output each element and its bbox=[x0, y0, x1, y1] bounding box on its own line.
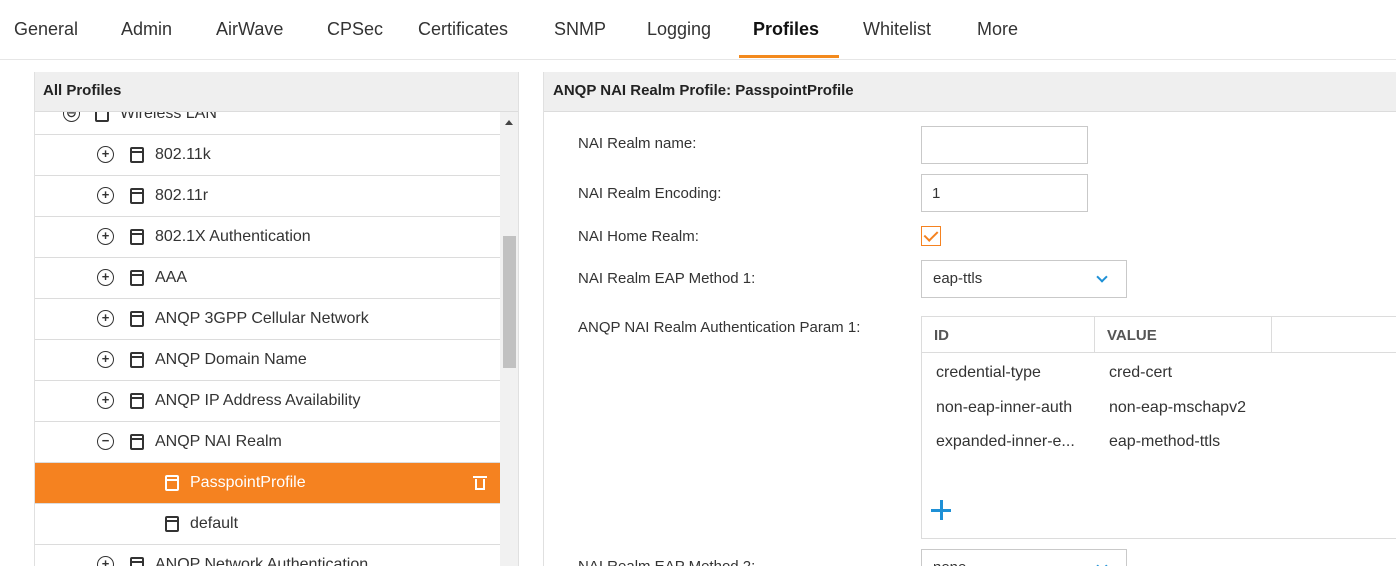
tree-item-anqp-domain-name[interactable]: + ANQP Domain Name bbox=[35, 340, 500, 381]
column-id[interactable]: ID bbox=[922, 317, 1095, 353]
eap-method-1-value: eap-ttls bbox=[933, 270, 983, 287]
profile-doc-icon bbox=[130, 557, 144, 566]
chevron-down-icon bbox=[1096, 560, 1108, 566]
expand-icon[interactable]: + bbox=[97, 146, 114, 163]
param-row-2-id[interactable]: non-eap-inner-auth bbox=[936, 399, 1072, 417]
tree-item-label: ANQP Domain Name bbox=[155, 351, 307, 368]
expand-icon[interactable]: + bbox=[97, 228, 114, 245]
nai-realm-name-label: NAI Realm name: bbox=[578, 135, 697, 152]
expand-icon[interactable]: + bbox=[97, 310, 114, 327]
all-profiles-header: All Profiles bbox=[35, 72, 518, 112]
tree-item-label: 802.1X Authentication bbox=[155, 228, 311, 245]
tree-item-label: ANQP IP Address Availability bbox=[155, 392, 361, 409]
eap-method-2-label: NAI Realm EAP Method 2: bbox=[578, 558, 755, 566]
tree-item-label: default bbox=[190, 515, 239, 532]
profile-doc-icon bbox=[95, 112, 109, 122]
auth-param-1-table: ID VALUE credential-type cred-cert non-e… bbox=[921, 316, 1396, 539]
tree-item-label: 802.11r bbox=[155, 187, 209, 204]
tree-item-wireless-lan[interactable]: ⊖ Wireless LAN bbox=[35, 112, 500, 135]
tab-certificates[interactable]: Certificates bbox=[418, 19, 508, 40]
profile-detail-header: ANQP NAI Realm Profile: PasspointProfile bbox=[544, 72, 1396, 112]
tree-item-anqp-nai-realm[interactable]: − ANQP NAI Realm bbox=[35, 422, 500, 463]
profile-doc-icon bbox=[130, 147, 144, 163]
tree-item-label: ANQP Network Authentication bbox=[155, 556, 369, 566]
param-table-header: ID VALUE bbox=[922, 317, 1396, 353]
eap-method-1-select[interactable]: eap-ttls bbox=[921, 260, 1127, 298]
tree-item-label: ANQP 3GPP Cellular Network bbox=[155, 310, 369, 327]
param-row-1-id[interactable]: credential-type bbox=[936, 364, 1041, 382]
chevron-down-icon bbox=[1096, 271, 1108, 283]
tree-item-anqp-ip-address-availability[interactable]: + ANQP IP Address Availability bbox=[35, 381, 500, 422]
tree-item-label: ANQP NAI Realm bbox=[155, 433, 282, 450]
tree-item-label: Wireless LAN bbox=[120, 112, 217, 122]
expand-icon[interactable]: + bbox=[97, 392, 114, 409]
param-row-2-value[interactable]: non-eap-mschapv2 bbox=[1109, 399, 1246, 417]
tab-general[interactable]: General bbox=[14, 19, 78, 40]
param-row-3-id[interactable]: expanded-inner-e... bbox=[936, 433, 1075, 451]
tree-item-802-11r[interactable]: + 802.11r bbox=[35, 176, 500, 217]
profile-doc-icon bbox=[130, 270, 144, 286]
tab-logging[interactable]: Logging bbox=[647, 19, 711, 40]
tree-scrollbar[interactable] bbox=[500, 112, 518, 566]
profile-doc-icon bbox=[165, 516, 179, 532]
tree-item-anqp-network-authentication[interactable]: + ANQP Network Authentication bbox=[35, 545, 500, 566]
profile-doc-icon bbox=[130, 229, 144, 245]
tab-cpsec[interactable]: CPSec bbox=[327, 19, 383, 40]
all-profiles-panel: All Profiles ⊖ Wireless LAN + 802.11k + … bbox=[34, 72, 519, 566]
expand-icon[interactable]: + bbox=[97, 187, 114, 204]
collapse-icon[interactable]: − bbox=[97, 433, 114, 450]
all-profiles-title: All Profiles bbox=[43, 82, 122, 99]
settings-tab-bar: General Admin AirWave CPSec Certificates… bbox=[0, 0, 1396, 60]
profile-doc-icon bbox=[130, 352, 144, 368]
expand-icon[interactable]: + bbox=[97, 351, 114, 368]
tree-item-anqp-3gpp-cellular-network[interactable]: + ANQP 3GPP Cellular Network bbox=[35, 299, 500, 340]
param-row-1-value[interactable]: cred-cert bbox=[1109, 364, 1172, 382]
tab-whitelist[interactable]: Whitelist bbox=[863, 19, 931, 40]
tree-item-default[interactable]: default bbox=[35, 504, 500, 545]
tree-item-passpointprofile[interactable]: PasspointProfile bbox=[35, 463, 500, 504]
collapse-icon[interactable]: ⊖ bbox=[63, 112, 80, 122]
active-tab-indicator bbox=[739, 55, 839, 58]
eap-method-2-select[interactable]: none bbox=[921, 549, 1127, 566]
tab-profiles[interactable]: Profiles bbox=[753, 19, 819, 40]
nai-realm-encoding-label: NAI Realm Encoding: bbox=[578, 185, 722, 202]
nai-realm-name-input[interactable] bbox=[921, 126, 1088, 164]
tab-snmp[interactable]: SNMP bbox=[554, 19, 606, 40]
profile-detail-panel: ANQP NAI Realm Profile: PasspointProfile… bbox=[543, 72, 1396, 566]
tab-more[interactable]: More bbox=[977, 19, 1018, 40]
profile-doc-icon bbox=[130, 434, 144, 450]
profile-detail-title: ANQP NAI Realm Profile: PasspointProfile bbox=[553, 82, 854, 99]
expand-icon[interactable]: + bbox=[97, 269, 114, 286]
profile-doc-icon bbox=[165, 475, 179, 491]
tree-item-label: PasspointProfile bbox=[190, 474, 306, 491]
tab-airwave[interactable]: AirWave bbox=[216, 19, 283, 40]
eap-method-1-label: NAI Realm EAP Method 1: bbox=[578, 270, 756, 287]
add-param-plus-icon[interactable] bbox=[931, 500, 953, 522]
tree-item-802-1x-authentication[interactable]: + 802.1X Authentication bbox=[35, 217, 500, 258]
eap-method-2-value: none bbox=[933, 559, 966, 566]
column-value[interactable]: VALUE bbox=[1095, 317, 1272, 353]
nai-realm-encoding-input[interactable] bbox=[921, 174, 1088, 212]
profile-tree: ⊖ Wireless LAN + 802.11k + 802.11r + 802… bbox=[35, 112, 500, 566]
expand-icon[interactable]: + bbox=[97, 556, 114, 566]
tree-item-802-11k[interactable]: + 802.11k bbox=[35, 135, 500, 176]
nai-home-realm-label: NAI Home Realm: bbox=[578, 228, 699, 245]
profile-doc-icon bbox=[130, 393, 144, 409]
scroll-thumb[interactable] bbox=[503, 236, 516, 368]
tree-item-label: 802.11k bbox=[155, 146, 211, 163]
profile-doc-icon bbox=[130, 188, 144, 204]
profile-doc-icon bbox=[130, 311, 144, 327]
param-row-3-value[interactable]: eap-method-ttls bbox=[1109, 433, 1220, 451]
tree-item-label: AAA bbox=[155, 269, 188, 286]
delete-trash-icon[interactable] bbox=[473, 475, 487, 490]
auth-param-1-label: ANQP NAI Realm Authentication Param 1: bbox=[578, 319, 861, 336]
nai-home-realm-checkbox[interactable] bbox=[921, 226, 941, 246]
tree-item-aaa[interactable]: + AAA bbox=[35, 258, 500, 299]
tab-admin[interactable]: Admin bbox=[121, 19, 172, 40]
scroll-up-arrow-icon[interactable] bbox=[505, 120, 513, 125]
